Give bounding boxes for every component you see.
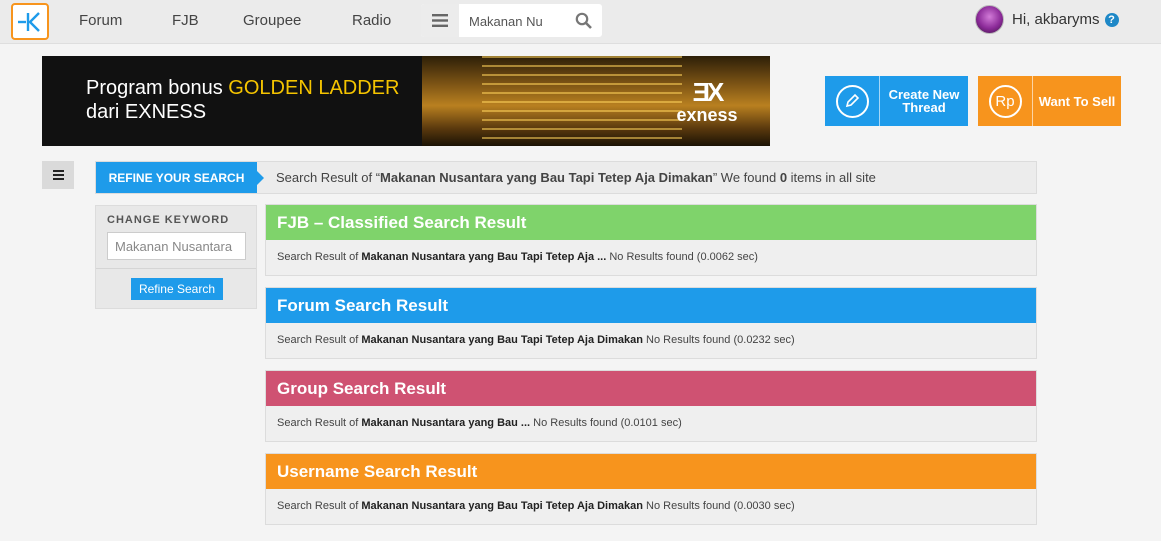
search-icon[interactable]	[575, 12, 593, 30]
exness-logo: ƎX exness	[667, 78, 747, 124]
banner-ad[interactable]: Program bonus GOLDEN LADDER dari EXNESS …	[42, 56, 770, 146]
pencil-icon	[835, 84, 869, 118]
banner-line1-prefix: Program bonus	[86, 77, 229, 99]
result-status: No Results found (0.0101 sec)	[530, 417, 682, 429]
user-menu[interactable]: Hi, akbaryms ?	[975, 5, 1119, 34]
search-input[interactable]	[469, 11, 569, 31]
result-prefix: Search Result of	[277, 417, 362, 429]
search-box	[421, 4, 602, 37]
change-keyword-title: CHANGE KEYWORD	[107, 214, 230, 226]
result-status: No Results found (0.0062 sec)	[606, 251, 758, 263]
banner-line2: dari EXNESS	[86, 101, 207, 123]
result-query: Makanan Nusantara yang Bau Tapi Tetep Aj…	[361, 500, 643, 512]
result-text-fjb: Search Result of Makanan Nusantara yang …	[266, 240, 1036, 263]
result-title-fjb[interactable]: FJB – Classified Search Result	[266, 205, 1036, 240]
result-section-forum: Forum Search Result Search Result of Mak…	[265, 287, 1037, 359]
result-section-fjb: FJB – Classified Search Result Search Re…	[265, 204, 1037, 276]
divider	[96, 268, 256, 269]
summary-prefix: Search Result of “	[276, 170, 381, 185]
result-title-username[interactable]: Username Search Result	[266, 454, 1036, 489]
create-thread-line2: Thread	[902, 100, 946, 115]
kaskus-logo-icon[interactable]	[11, 3, 49, 40]
result-prefix: Search Result of	[277, 500, 362, 512]
rupiah-icon: Rp	[988, 84, 1022, 118]
result-query: Makanan Nusantara yang Bau Tapi Tetep Aj…	[361, 334, 643, 346]
result-section-group: Group Search Result Search Result of Mak…	[265, 370, 1037, 442]
result-query: Makanan Nusantara yang Bau ...	[361, 417, 531, 429]
help-icon[interactable]: ?	[1104, 12, 1119, 27]
nav-link-groupee[interactable]: Groupee	[243, 12, 301, 29]
stairs-steps	[482, 56, 682, 146]
nav-link-fjb[interactable]: FJB	[172, 12, 199, 29]
banner-line1-highlight: GOLDEN LADDER	[228, 77, 400, 99]
search-summary: Search Result of “Makanan Nusantara yang…	[276, 170, 876, 185]
top-navbar: Forum FJB Groupee Radio Hi, akbaryms ?	[0, 0, 1161, 44]
result-title-forum[interactable]: Forum Search Result	[266, 288, 1036, 323]
refine-header: REFINE YOUR SEARCH Search Result of “Mak…	[95, 161, 1037, 194]
create-thread-button[interactable]: Create New Thread	[825, 76, 968, 126]
result-status: No Results found (0.0030 sec)	[642, 500, 795, 512]
create-thread-label: Create New Thread	[880, 76, 968, 126]
tab-arrow	[257, 171, 264, 185]
create-icon-box	[825, 76, 880, 126]
refine-search-button[interactable]: Refine Search	[131, 278, 223, 300]
summary-query: Makanan Nusantara yang Bau Tapi Tetep Aj…	[380, 170, 713, 185]
result-text-username: Search Result of Makanan Nusantara yang …	[266, 489, 1036, 512]
result-text-group: Search Result of Makanan Nusantara yang …	[266, 406, 1036, 429]
avatar[interactable]	[975, 5, 1004, 34]
result-prefix: Search Result of	[277, 334, 362, 346]
exness-mark-icon: ƎX	[692, 77, 725, 107]
want-to-sell-button[interactable]: Rp Want To Sell	[978, 76, 1121, 126]
result-prefix: Search Result of	[277, 251, 362, 263]
user-greeting[interactable]: Hi, akbaryms	[1012, 11, 1100, 28]
tab-refine-your-search[interactable]: REFINE YOUR SEARCH	[96, 162, 257, 193]
summary-count: 0	[779, 170, 788, 185]
change-keyword-panel: CHANGE KEYWORD Refine Search	[95, 205, 257, 309]
want-to-sell-label: Want To Sell	[1038, 93, 1116, 109]
summary-mid: ” We found	[712, 170, 780, 185]
exness-wordmark: exness	[676, 105, 738, 125]
result-text-forum: Search Result of Makanan Nusantara yang …	[266, 323, 1036, 346]
sidebar-toggle-icon[interactable]	[42, 161, 74, 189]
banner-headline: Program bonus GOLDEN LADDER dari EXNESS	[86, 76, 399, 124]
keyword-input[interactable]	[107, 232, 246, 260]
result-query: Makanan Nusantara yang Bau Tapi Tetep Aj…	[361, 251, 607, 263]
sell-icon-box: Rp	[978, 76, 1033, 126]
result-status: No Results found (0.0232 sec)	[642, 334, 795, 346]
hamburger-icon[interactable]	[421, 4, 459, 37]
summary-suffix: items in all site	[787, 170, 876, 185]
nav-link-forum[interactable]: Forum	[79, 12, 122, 29]
result-title-group[interactable]: Group Search Result	[266, 371, 1036, 406]
result-section-username: Username Search Result Search Result of …	[265, 453, 1037, 525]
nav-link-radio[interactable]: Radio	[352, 12, 391, 29]
